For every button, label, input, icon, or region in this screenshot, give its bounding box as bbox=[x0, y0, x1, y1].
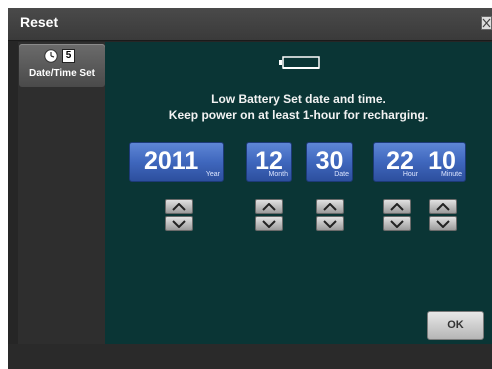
hour-down-button[interactable] bbox=[383, 216, 411, 231]
chevron-down-icon bbox=[436, 220, 450, 228]
minute-down-button[interactable] bbox=[429, 216, 457, 231]
chevron-up-icon bbox=[390, 203, 404, 211]
calendar-icon: 5 bbox=[62, 49, 75, 63]
main-panel: Low Battery Set date and time. Keep powe… bbox=[105, 42, 492, 344]
close-icon[interactable] bbox=[481, 16, 492, 30]
hour-up-button[interactable] bbox=[383, 199, 411, 214]
date-stepper bbox=[316, 199, 344, 231]
clock-icon bbox=[44, 49, 58, 68]
chevron-down-icon bbox=[262, 220, 276, 228]
low-battery-message: Low Battery Set date and time. bbox=[211, 92, 386, 106]
year-value: 2011 bbox=[144, 147, 199, 175]
chevron-down-icon bbox=[323, 220, 337, 228]
chevron-down-icon bbox=[172, 220, 186, 228]
year-stepper bbox=[165, 199, 193, 231]
date-up-button[interactable] bbox=[316, 199, 344, 214]
month-stepper bbox=[255, 199, 283, 231]
time-value-box[interactable]: 22 Hour 10 Minute bbox=[373, 142, 466, 182]
low-battery-icon bbox=[278, 56, 322, 75]
footer-bar bbox=[8, 344, 492, 369]
chevron-down-icon bbox=[390, 220, 404, 228]
minute-unit-label: Minute bbox=[440, 171, 462, 178]
chevron-up-icon bbox=[436, 203, 450, 211]
month-unit-label: Month bbox=[268, 171, 288, 178]
month-up-button[interactable] bbox=[255, 199, 283, 214]
sidebar-item-date-time-set[interactable]: 5 Date/Time Set bbox=[19, 44, 105, 87]
year-down-button[interactable] bbox=[165, 216, 193, 231]
minute-up-button[interactable] bbox=[429, 199, 457, 214]
year-unit-label: Year bbox=[205, 171, 220, 178]
ok-button[interactable]: OK bbox=[427, 311, 484, 340]
date-value-box[interactable]: 30 Date bbox=[306, 142, 353, 182]
date-unit-label: Date bbox=[334, 171, 349, 178]
hour-stepper bbox=[383, 199, 411, 231]
month-value-box[interactable]: 12 Month bbox=[246, 142, 292, 182]
year-value-box[interactable]: 2011 Year bbox=[129, 142, 224, 182]
title-bar: Reset bbox=[8, 8, 492, 41]
chevron-up-icon bbox=[262, 203, 276, 211]
year-up-button[interactable] bbox=[165, 199, 193, 214]
minute-stepper bbox=[429, 199, 457, 231]
sidebar-item-label: Date/Time Set bbox=[29, 68, 95, 79]
sidebar: 5 Date/Time Set bbox=[18, 42, 106, 344]
date-down-button[interactable] bbox=[316, 216, 344, 231]
chevron-up-icon bbox=[172, 203, 186, 211]
hour-unit-label: Hour bbox=[402, 171, 418, 178]
recharge-message: Keep power on at least 1-hour for rechar… bbox=[168, 108, 429, 122]
window-title: Reset bbox=[20, 14, 59, 30]
chevron-up-icon bbox=[323, 203, 337, 211]
settings-window: Reset 5 Date/Time Set Low Battery Set da… bbox=[8, 8, 492, 369]
month-down-button[interactable] bbox=[255, 216, 283, 231]
